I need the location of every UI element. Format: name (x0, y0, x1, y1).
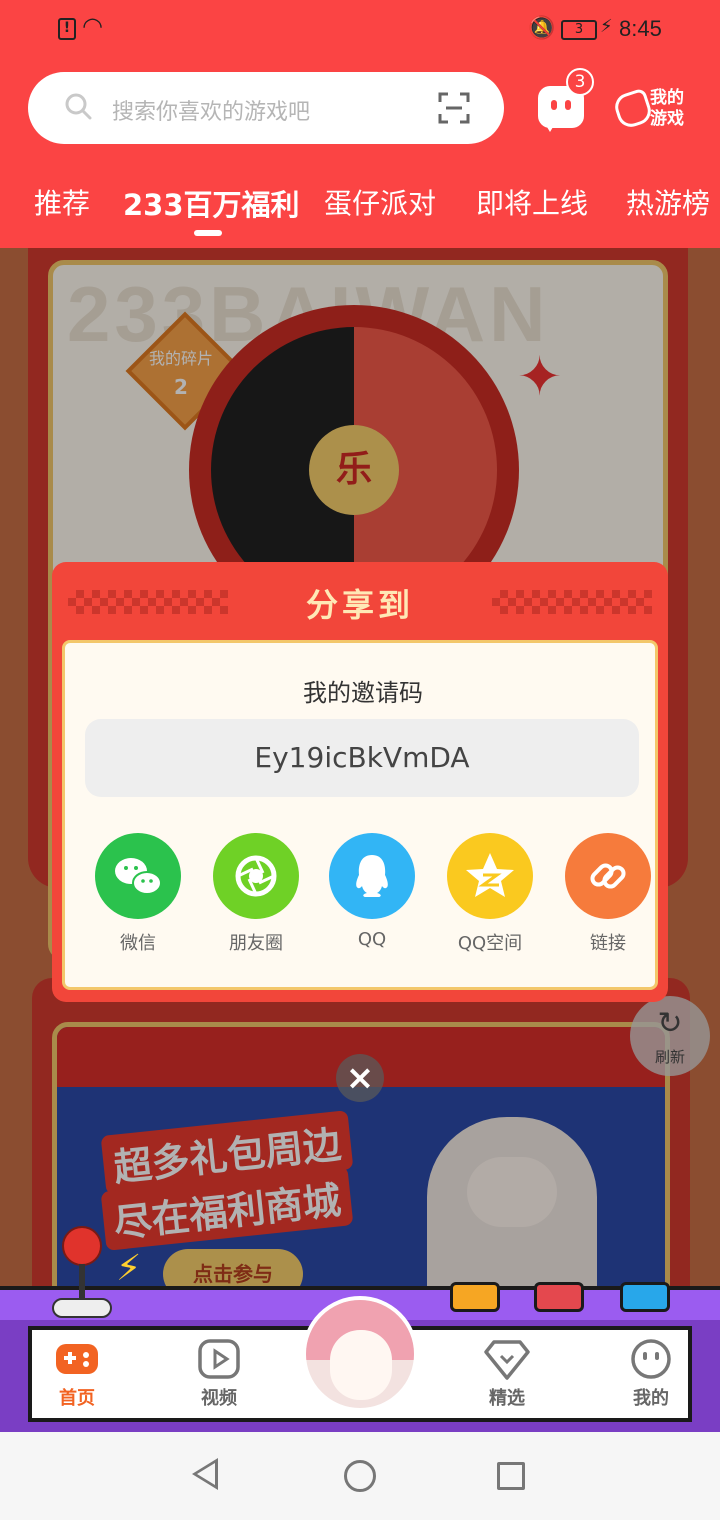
my-games-label: 我的游戏 (650, 88, 684, 129)
share-label: QQ空间 (457, 933, 523, 954)
refresh-label: 刷新 (654, 1048, 685, 1066)
tab-hot-games[interactable]: 热游榜 (626, 182, 710, 222)
message-icon-tail (544, 122, 556, 132)
back-icon[interactable] (192, 1458, 218, 1490)
qzone-icon (447, 833, 533, 919)
status-bar: ! ◠ 🔕 3 ⚡ 8:45 (0, 0, 720, 60)
moments-glyph (235, 855, 277, 897)
dialog-body: 我的邀请码 Ey19icBkVmDA 微信 朋友圈 QQ QQ空间 链接 (62, 640, 658, 990)
category-tabs: 推荐 233百万福利 蛋仔派对 即将上线 热游榜 (0, 178, 720, 238)
moments-icon (213, 833, 299, 919)
tab-welfare[interactable]: 233百万福利 (123, 182, 300, 224)
nav-label: 视频 (201, 1388, 237, 1409)
share-wechat[interactable]: 微信 (93, 833, 183, 955)
joystick-decoration (52, 1226, 112, 1318)
mute-icon: 🔕 (528, 16, 556, 41)
arcade-button-red (534, 1282, 584, 1312)
dialog-title: 分享到 (305, 586, 414, 624)
share-qzone[interactable]: QQ空间 (445, 833, 535, 955)
link-icon (565, 833, 651, 919)
lightning-icon: ⚡ (116, 1248, 142, 1289)
charging-icon: ⚡ (600, 16, 613, 37)
tab-recommend[interactable]: 推荐 (34, 182, 90, 222)
app-header: ! ◠ 🔕 3 ⚡ 8:45 搜索你喜欢的游戏吧 3 我的游戏 推荐 233百万… (0, 0, 720, 248)
video-glyph (198, 1339, 240, 1379)
refresh-icon: ↻ (657, 1006, 683, 1041)
qq-glyph (356, 855, 388, 897)
recents-icon[interactable] (497, 1462, 525, 1490)
sim-alert-icon: ! (58, 18, 76, 40)
gamepad-icon (54, 1338, 100, 1380)
heart-badge-icon (484, 1338, 530, 1380)
gamepad-icon (611, 87, 655, 131)
qzone-glyph (466, 853, 514, 897)
message-badge: 3 (566, 68, 594, 96)
share-label: QQ (357, 929, 387, 950)
battery-icon: 3 (561, 20, 597, 40)
invite-code[interactable]: Ey19icBkVmDA (85, 719, 639, 797)
share-label: 链接 (590, 933, 626, 954)
my-games-button[interactable]: 我的游戏 (611, 87, 692, 132)
nav-profile[interactable]: 我的 (606, 1338, 696, 1410)
face-icon (628, 1338, 674, 1380)
avatar-face (330, 1330, 392, 1400)
close-dialog-button[interactable]: × (336, 1054, 384, 1102)
tab-coming-soon[interactable]: 即将上线 (476, 182, 588, 222)
refresh-button[interactable]: ↻ 刷新 (630, 996, 710, 1076)
active-tab-indicator (194, 230, 222, 236)
search-icon (65, 93, 92, 120)
share-label: 朋友圈 (229, 933, 283, 954)
qq-icon (329, 833, 415, 919)
nav-home[interactable]: 首页 (32, 1338, 122, 1410)
message-icon-eye (551, 100, 557, 110)
wechat-glyph (115, 858, 162, 895)
wechat-icon (95, 833, 181, 919)
featured-glyph (484, 1340, 530, 1380)
joystick-stick (79, 1264, 85, 1302)
clock: 8:45 (619, 16, 662, 41)
nav-label: 精选 (489, 1388, 525, 1409)
joystick-ball (62, 1226, 102, 1266)
invite-label: 我的邀请码 (303, 679, 423, 707)
home-glyph (56, 1344, 98, 1374)
profile-glyph (631, 1339, 671, 1379)
search-bar[interactable]: 搜索你喜欢的游戏吧 (28, 72, 504, 144)
nav-featured[interactable]: 精选 (462, 1338, 552, 1410)
system-nav-bar (0, 1432, 720, 1520)
share-label: 微信 (120, 933, 156, 954)
search-placeholder: 搜索你喜欢的游戏吧 (112, 100, 311, 125)
joystick-base (52, 1298, 112, 1318)
arcade-button-yellow (450, 1282, 500, 1312)
scan-icon[interactable] (438, 92, 470, 124)
video-icon (196, 1338, 242, 1380)
home-icon[interactable] (344, 1460, 376, 1492)
nav-video[interactable]: 视频 (174, 1338, 264, 1410)
share-qq[interactable]: QQ (327, 833, 417, 950)
tab-eggy-party[interactable]: 蛋仔派对 (324, 182, 436, 222)
wifi-icon: ◠ (82, 12, 103, 40)
center-avatar-button[interactable] (302, 1296, 418, 1412)
share-dialog: 分享到 我的邀请码 Ey19icBkVmDA 微信 朋友圈 QQ QQ空间 链接 (52, 562, 668, 1002)
message-icon-eye (565, 100, 571, 110)
share-link[interactable]: 链接 (563, 833, 653, 955)
nav-label: 首页 (59, 1388, 95, 1409)
share-moments[interactable]: 朋友圈 (211, 833, 301, 955)
arcade-button-blue (620, 1282, 670, 1312)
link-glyph (590, 863, 626, 889)
nav-label: 我的 (633, 1388, 669, 1409)
